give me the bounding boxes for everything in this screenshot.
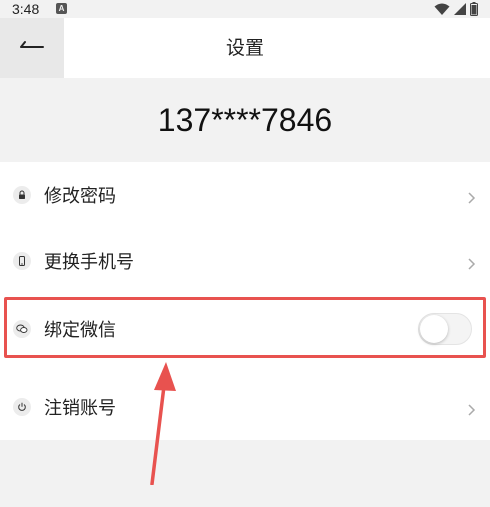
- account-summary: 137****7846: [0, 78, 490, 162]
- top-app-bar: 设置: [0, 18, 490, 78]
- settings-item-label: 更换手机号: [44, 252, 134, 273]
- page-title: 设置: [225, 37, 264, 59]
- phone-number: 137****7846: [157, 102, 333, 138]
- settings-item-label: 绑定微信: [44, 320, 116, 341]
- status-time: 3:48: [12, 1, 40, 17]
- wechat-bind-toggle[interactable]: [418, 313, 472, 345]
- settings-item-label: 修改密码: [44, 186, 116, 207]
- back-arrow-icon: [20, 39, 44, 58]
- status-icons: [434, 2, 478, 16]
- power-icon: [13, 398, 31, 416]
- settings-list: 修改密码 更换手机号 绑定微信 注销账号: [0, 162, 490, 440]
- phone-icon: [13, 252, 31, 270]
- chevron-right-icon: [466, 255, 476, 270]
- notification-icon: A: [56, 3, 67, 14]
- battery-icon: [470, 2, 478, 16]
- settings-item-bind-wechat: 绑定微信: [0, 296, 490, 362]
- chevron-right-icon: [466, 401, 476, 416]
- signal-icon: [454, 3, 466, 15]
- settings-item-delete-account[interactable]: 注销账号: [0, 374, 490, 440]
- settings-item-change-phone[interactable]: 更换手机号: [0, 228, 490, 294]
- wechat-icon: [13, 320, 31, 338]
- chevron-right-icon: [466, 189, 476, 204]
- settings-item-change-password[interactable]: 修改密码: [0, 162, 490, 228]
- back-button[interactable]: [0, 18, 64, 78]
- lock-icon: [13, 186, 31, 204]
- wifi-icon: [434, 3, 450, 16]
- status-bar: 3:48 A: [0, 0, 490, 18]
- toggle-knob: [420, 315, 448, 343]
- settings-item-label: 注销账号: [44, 398, 116, 419]
